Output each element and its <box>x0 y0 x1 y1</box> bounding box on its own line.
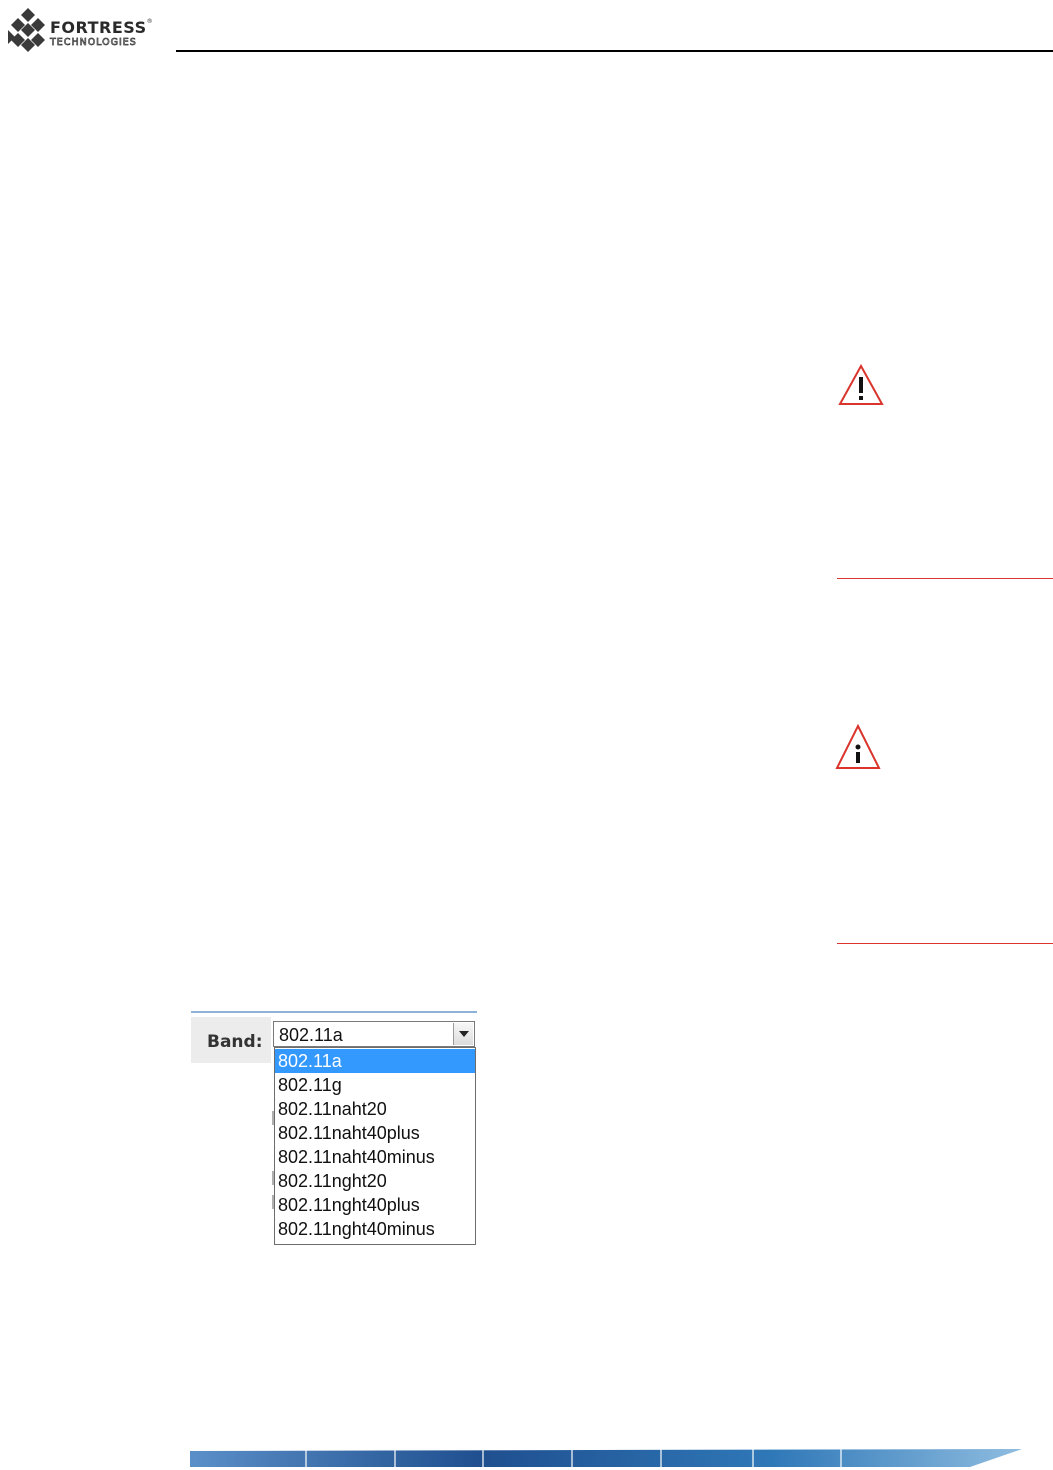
band-option[interactable]: 802.11naht20 <box>275 1097 475 1121</box>
footer-banner <box>190 1449 1022 1469</box>
header-rule <box>176 50 1053 52</box>
band-label: Band: <box>207 1032 263 1052</box>
notice-divider <box>837 578 1053 579</box>
band-option[interactable]: 802.11naht40plus <box>275 1121 475 1145</box>
info-triangle-icon <box>835 724 881 769</box>
chevron-down-icon[interactable] <box>453 1023 473 1045</box>
label-cell: Band: <box>191 1017 271 1063</box>
band-select-value: 802.11a <box>279 1025 343 1045</box>
notice-divider <box>837 943 1053 944</box>
panel-border <box>191 1011 477 1013</box>
band-option[interactable]: 802.11naht40minus <box>275 1145 475 1169</box>
fortress-logo: FORTRESS® TECHNOLOGIES <box>4 4 174 56</box>
logo-subtitle: TECHNOLOGIES <box>50 37 137 49</box>
band-option[interactable]: 802.11nght40minus <box>275 1217 475 1241</box>
logo-wordmark: FORTRESS® <box>50 18 154 37</box>
band-setting-panel: Band: 802.11a 802.11a 802.11g 802.11naht… <box>191 1011 478 1247</box>
band-options-list: 802.11a 802.11g 802.11naht20 802.11naht4… <box>274 1047 476 1245</box>
warning-triangle-icon <box>838 364 884 405</box>
band-option[interactable]: 802.11g <box>275 1073 475 1097</box>
band-select[interactable]: 802.11a <box>273 1021 475 1047</box>
diamond-grid-icon <box>8 8 45 52</box>
band-option[interactable]: 802.11nght20 <box>275 1169 475 1193</box>
band-option[interactable]: 802.11a <box>275 1049 475 1073</box>
band-option[interactable]: 802.11nght40plus <box>275 1193 475 1217</box>
